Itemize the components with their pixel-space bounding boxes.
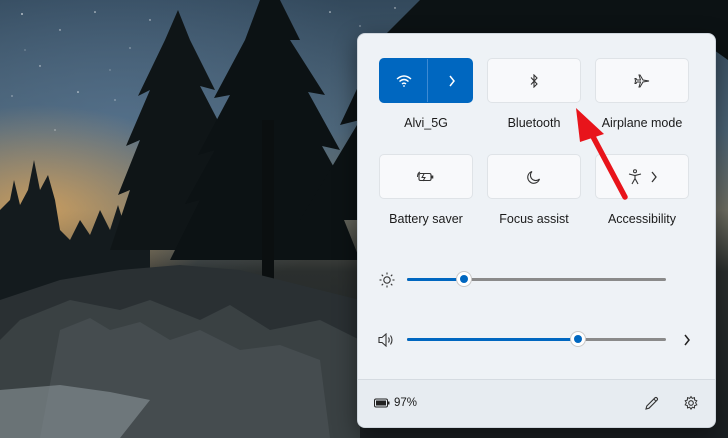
- gear-icon[interactable]: [681, 394, 701, 412]
- airplane-mode-label: Airplane mode: [601, 116, 683, 130]
- battery-saver-icon: [417, 171, 434, 181]
- battery-icon[interactable]: [373, 396, 391, 410]
- airplane-mode-tile[interactable]: [595, 58, 689, 103]
- moon-icon: [527, 170, 541, 184]
- wifi-label: Alvi_5G: [404, 116, 448, 130]
- battery-saver-tile[interactable]: [379, 154, 473, 199]
- bluetooth-icon: [530, 73, 538, 88]
- speaker-icon[interactable]: [377, 331, 397, 349]
- accessibility-label: Accessibility: [607, 212, 677, 226]
- sun-icon: [378, 271, 396, 289]
- wifi-icon: [396, 74, 411, 87]
- quick-settings-panel: Alvi_5G Bluetooth Airplane mode Battery …: [357, 33, 716, 428]
- battery-saver-label: Battery saver: [389, 212, 463, 226]
- wifi-expand-button[interactable]: [428, 59, 475, 102]
- bluetooth-label: Bluetooth: [507, 116, 561, 130]
- battery-percent[interactable]: 97%: [394, 397, 417, 409]
- accessibility-icon: [628, 169, 642, 185]
- pencil-icon[interactable]: [641, 394, 661, 412]
- wifi-tile[interactable]: [379, 58, 473, 103]
- volume-expand-button[interactable]: [680, 331, 694, 349]
- focus-assist-label: Focus assist: [499, 212, 569, 226]
- brightness-slider[interactable]: [407, 278, 666, 281]
- focus-assist-tile[interactable]: [487, 154, 581, 199]
- accessibility-tile[interactable]: [595, 154, 689, 199]
- wifi-toggle[interactable]: [380, 59, 427, 102]
- accessibility-expand-icon[interactable]: [650, 171, 658, 183]
- chevron-right-icon: [684, 334, 690, 346]
- chevron-right-icon: [448, 75, 455, 86]
- brightness-slider-thumb[interactable]: [455, 271, 472, 287]
- volume-slider-fill: [407, 338, 578, 341]
- volume-slider-thumb[interactable]: [569, 331, 586, 347]
- volume-slider[interactable]: [407, 338, 666, 341]
- airplane-icon: [634, 74, 650, 87]
- quick-settings-footer: 97%: [358, 379, 715, 427]
- bluetooth-tile[interactable]: [487, 58, 581, 103]
